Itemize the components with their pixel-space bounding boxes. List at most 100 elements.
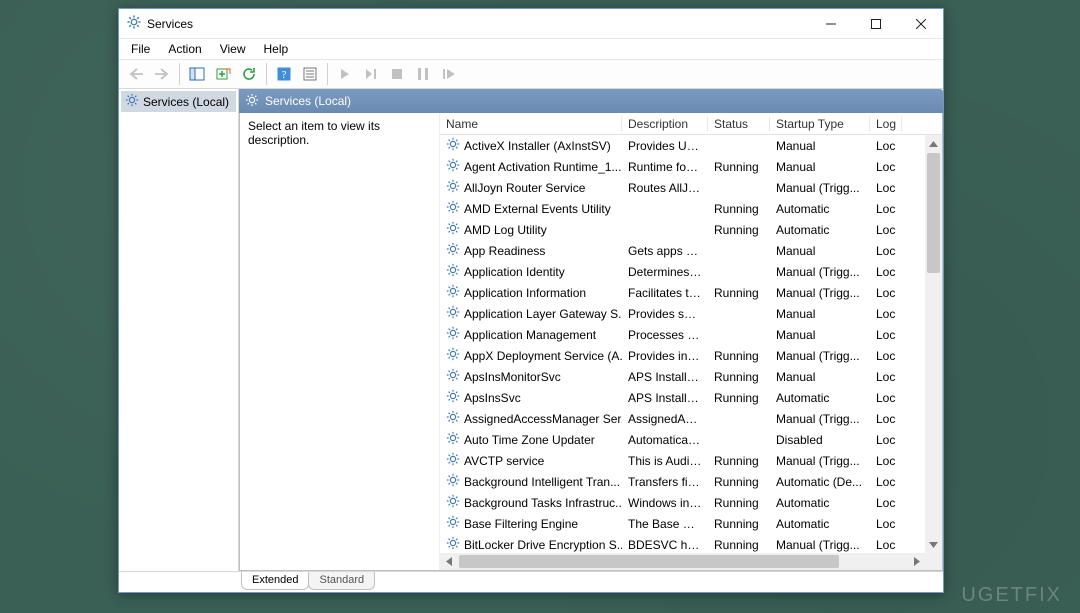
service-name: AVCTP service [464,454,544,468]
window-title: Services [147,17,193,31]
service-startup: Manual (Trigg... [770,454,870,468]
service-row[interactable]: AppX Deployment Service (A...Provides in… [440,345,942,366]
stop-service-button[interactable] [385,62,409,86]
service-startup: Disabled [770,433,870,447]
help-button[interactable]: ? [272,62,296,86]
service-row[interactable]: AssignedAccessManager Ser...AssignedAcc.… [440,408,942,429]
service-startup: Automatic [770,496,870,510]
gear-icon [446,263,460,280]
service-description: Provides Use... [622,139,708,153]
gear-icon [446,158,460,175]
service-logon: Loc [870,454,902,468]
service-name: ApsInsMonitorSvc [464,370,561,384]
scroll-up-icon[interactable] [925,135,942,152]
service-logon: Loc [870,139,902,153]
col-name[interactable]: Name [440,117,622,131]
service-name: Application Identity [464,265,565,279]
service-logon: Loc [870,307,902,321]
back-button[interactable] [124,62,148,86]
service-row[interactable]: Background Tasks Infrastruc...Windows in… [440,492,942,513]
forward-button[interactable] [150,62,174,86]
service-description: This is Audio... [622,454,708,468]
service-status: Running [708,349,770,363]
hscroll-thumb[interactable] [459,555,839,568]
maximize-button[interactable] [853,9,898,38]
nav-services-local[interactable]: Services (Local) [121,91,236,112]
properties-button[interactable] [298,62,322,86]
service-row[interactable]: Auto Time Zone UpdaterAutomaticall...Dis… [440,429,942,450]
service-startup: Manual [770,328,870,342]
service-row[interactable]: Application ManagementProcesses in...Man… [440,324,942,345]
tab-extended[interactable]: Extended [241,572,309,590]
service-description: The Base Filt... [622,517,708,531]
show-hide-tree-button[interactable] [185,62,209,86]
gear-icon [446,431,460,448]
col-startup[interactable]: Startup Type [770,117,870,131]
service-startup: Manual (Trigg... [770,181,870,195]
menu-help[interactable]: Help [256,40,297,58]
service-startup: Manual [770,160,870,174]
service-row[interactable]: ApsInsSvcAPS Install S...RunningAutomati… [440,387,942,408]
service-startup: Automatic [770,391,870,405]
content-header-text: Services (Local) [265,94,351,108]
service-startup: Manual [770,139,870,153]
service-name: Agent Activation Runtime_1... [464,160,621,174]
gear-icon [446,242,460,259]
menu-action[interactable]: Action [160,40,209,58]
service-row[interactable]: Agent Activation Runtime_1...Runtime for… [440,156,942,177]
service-status: Running [708,454,770,468]
service-logon: Loc [870,370,902,384]
service-row[interactable]: ApsInsMonitorSvcAPS Installer ...Running… [440,366,942,387]
service-row[interactable]: AMD External Events UtilityRunningAutoma… [440,198,942,219]
gear-icon [446,305,460,322]
step-button[interactable] [359,62,383,86]
service-row[interactable]: Application InformationFacilitates th...… [440,282,942,303]
scroll-left-icon[interactable] [440,553,457,570]
titlebar[interactable]: Services [119,9,943,39]
col-status[interactable]: Status [708,117,770,131]
list-header[interactable]: Name Description Status Startup Type Log [440,113,942,135]
service-row[interactable]: AllJoyn Router ServiceRoutes AllJo...Man… [440,177,942,198]
service-status: Running [708,223,770,237]
col-logon[interactable]: Log [870,117,902,131]
gear-icon [446,179,460,196]
service-row[interactable]: BitLocker Drive Encryption S...BDESVC ho… [440,534,942,555]
export-button[interactable] [211,62,235,86]
service-row[interactable]: Base Filtering EngineThe Base Filt...Run… [440,513,942,534]
service-row[interactable]: Application Layer Gateway S...Provides s… [440,303,942,324]
pause-service-button[interactable] [411,62,435,86]
service-row[interactable]: Background Intelligent Tran...Transfers … [440,471,942,492]
service-description: Gets apps re... [622,244,708,258]
scroll-down-icon[interactable] [925,536,942,553]
tab-standard[interactable]: Standard [308,572,375,590]
service-description: Provides infr... [622,349,708,363]
service-name: AppX Deployment Service (A... [464,349,622,363]
gear-icon [446,389,460,406]
services-list: Name Description Status Startup Type Log… [440,113,942,570]
service-description: Processes in... [622,328,708,342]
vertical-scrollbar[interactable] [925,135,942,553]
minimize-button[interactable] [808,9,853,38]
scroll-thumb[interactable] [927,153,940,273]
service-startup: Manual (Trigg... [770,349,870,363]
services-window: Services File Action View Help ? [118,8,944,593]
service-row[interactable]: App ReadinessGets apps re...ManualLoc [440,240,942,261]
col-description[interactable]: Description [622,117,708,131]
service-row[interactable]: AVCTP service This is Audio...RunningManu… [440,450,942,471]
service-row[interactable]: ActiveX Installer (AxInstSV)Provides Use… [440,135,942,156]
gear-icon [446,452,460,469]
gear-icon [446,536,460,553]
menu-file[interactable]: File [123,40,158,58]
service-row[interactable]: AMD Log UtilityRunningAutomaticLoc [440,219,942,240]
toolbar: ? [119,59,943,89]
refresh-button[interactable] [237,62,261,86]
service-row[interactable]: Application IdentityDetermines ...Manual… [440,261,942,282]
service-name: Background Intelligent Tran... [464,475,620,489]
menu-view[interactable]: View [212,40,254,58]
start-service-button[interactable] [333,62,357,86]
scroll-right-icon[interactable] [908,553,925,570]
gear-icon [446,347,460,364]
close-button[interactable] [898,9,943,38]
restart-service-button[interactable] [437,62,461,86]
horizontal-scrollbar[interactable] [440,553,925,570]
